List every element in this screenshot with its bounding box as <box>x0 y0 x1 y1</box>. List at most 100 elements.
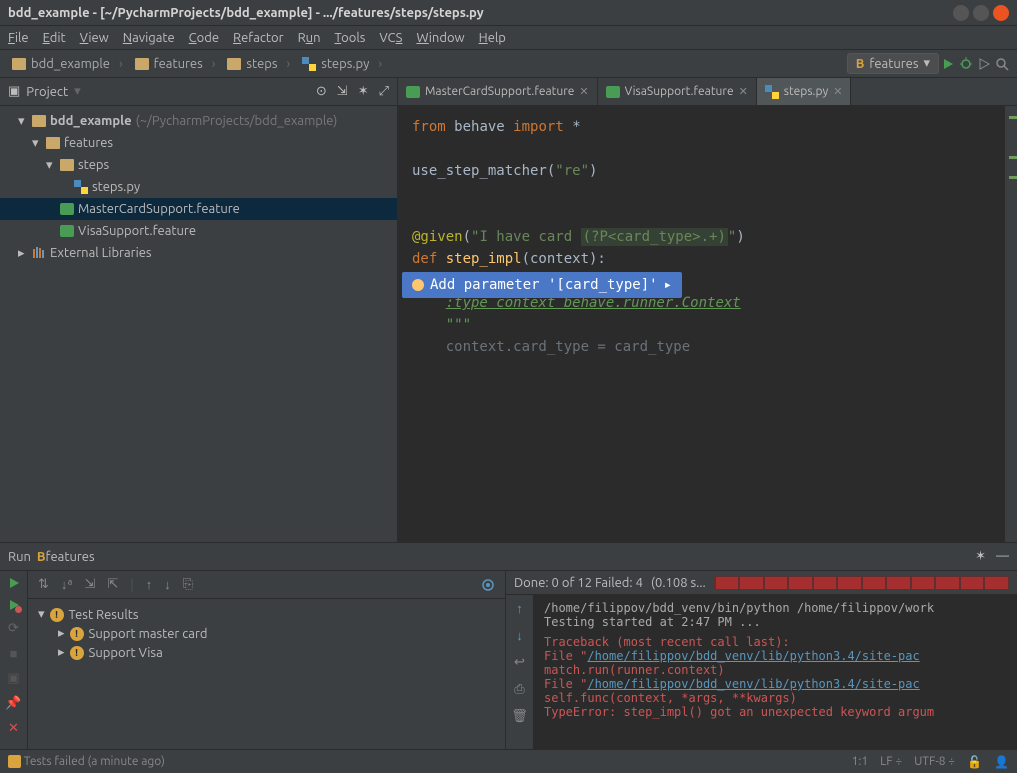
menu-edit[interactable]: Edit <box>43 31 66 45</box>
gear-icon[interactable]: ✶ <box>358 84 369 99</box>
hide-icon[interactable]: ⤢ <box>379 84 389 99</box>
test-node[interactable]: ▸!Support Visa <box>28 643 505 662</box>
menu-file[interactable]: File <box>8 31 29 45</box>
test-status-text: Done: 0 of 12 Failed: 4 <box>514 576 643 590</box>
filter-passed-icon[interactable]: ⇅ <box>38 577 49 592</box>
export-icon[interactable]: ⎘ <box>183 577 193 592</box>
maximize-button[interactable] <box>973 5 989 21</box>
menu-run[interactable]: Run <box>298 31 321 45</box>
close-tab-icon[interactable]: ✕ <box>739 85 748 98</box>
expand-icon[interactable]: ⇲ <box>84 577 95 592</box>
menu-vcs[interactable]: VCS <box>379 31 402 45</box>
collapse-icon[interactable]: ⇲ <box>337 84 348 99</box>
encoding[interactable]: UTF-8 ÷ <box>914 755 955 769</box>
feature-icon <box>60 225 74 237</box>
run-button[interactable] <box>939 55 957 73</box>
window-title: bdd_example - [~/PycharmProjects/bdd_exa… <box>8 6 953 20</box>
rerun-button[interactable] <box>8 577 20 589</box>
folder-icon <box>32 115 46 127</box>
quick-fix-popup[interactable]: Add parameter '[card_type]'▸ <box>402 272 682 298</box>
test-progress <box>714 576 1009 590</box>
coverage-button[interactable] <box>975 55 993 73</box>
rerun-failed-button[interactable] <box>8 599 20 611</box>
toggle-auto-button[interactable]: ⟳ <box>8 621 19 636</box>
status-warn-icon[interactable] <box>8 755 21 768</box>
dump-button[interactable]: ▣ <box>7 671 19 686</box>
menu-navigate[interactable]: Navigate <box>123 31 175 45</box>
minimize-button[interactable] <box>953 5 969 21</box>
close-tab-icon[interactable]: ✕ <box>579 85 588 98</box>
gear-icon[interactable]: ✶ <box>975 549 986 564</box>
hector-icon[interactable]: 👤 <box>994 755 1009 769</box>
crumb-steps[interactable]: steps <box>221 55 296 73</box>
search-button[interactable] <box>993 55 1011 73</box>
folder-icon <box>12 58 26 70</box>
tab-mastercard[interactable]: MasterCardSupport.feature✕ <box>398 78 598 105</box>
code-editor[interactable]: from behave import * use_step_matcher("r… <box>398 106 1017 542</box>
menubar: File Edit View Navigate Code Refactor Ru… <box>0 26 1017 50</box>
menu-window[interactable]: Window <box>416 31 464 45</box>
warn-icon: ! <box>50 608 64 622</box>
editor-gutter-right[interactable] <box>1005 106 1017 542</box>
project-tool-window: ▣ Project ▾ ⊙ ⇲ ✶ ⤢ ▾ bdd_example (~/Pyc… <box>0 78 398 542</box>
titlebar: bdd_example - [~/PycharmProjects/bdd_exa… <box>0 0 1017 26</box>
up-icon[interactable]: ↑ <box>516 601 523 616</box>
project-tree[interactable]: ▾ bdd_example (~/PycharmProjects/bdd_exa… <box>0 106 397 542</box>
tab-visa[interactable]: VisaSupport.feature✕ <box>598 78 757 105</box>
bulb-icon <box>412 279 424 291</box>
feature-icon <box>406 86 420 98</box>
stop-button[interactable]: ■ <box>10 646 18 661</box>
caret-pos[interactable]: 1:1 <box>852 755 869 769</box>
hide-icon[interactable]: — <box>996 549 1009 564</box>
close-button[interactable] <box>993 5 1009 21</box>
chevron-right-icon: ▸ <box>664 274 672 296</box>
collapse-icon[interactable]: ⇱ <box>107 577 118 592</box>
test-gear-icon[interactable] <box>481 578 495 592</box>
menu-tools[interactable]: Tools <box>335 31 366 45</box>
chevron-down-icon: ▾ <box>74 84 81 99</box>
folder-icon <box>46 137 60 149</box>
python-icon <box>74 180 88 194</box>
editor-pane: MasterCardSupport.feature✕ VisaSupport.f… <box>398 78 1017 542</box>
run-config-select[interactable]: Bfeatures▾ <box>847 53 939 74</box>
run-tool-header: Run B features ✶ — <box>0 543 1017 571</box>
print-icon[interactable]: ⎙ <box>514 682 524 697</box>
feature-icon <box>60 203 74 215</box>
library-icon <box>32 247 46 259</box>
pin-button[interactable]: 📌 <box>5 696 21 711</box>
lock-icon[interactable]: 🔓 <box>967 755 982 769</box>
crumb-root[interactable]: bdd_example <box>6 55 129 73</box>
chevron-down-icon: ▾ <box>923 56 930 71</box>
status-message: Tests failed (a minute ago) <box>24 755 165 768</box>
scroll-to-icon[interactable]: ⊙ <box>316 84 327 99</box>
project-view-select[interactable]: Project <box>26 85 68 99</box>
soft-wrap-icon[interactable]: ↩ <box>514 655 525 670</box>
test-console[interactable]: /home/filippov/bdd_venv/bin/python /home… <box>534 595 1017 749</box>
tree-node-selected[interactable]: MasterCardSupport.feature <box>0 198 397 220</box>
crumb-features[interactable]: features <box>129 55 222 73</box>
trash-icon[interactable]: 🗑 <box>511 709 528 724</box>
run-tab-label[interactable]: Run <box>8 550 31 564</box>
down-icon[interactable]: ↓ <box>516 628 523 643</box>
tab-steps[interactable]: steps.py✕ <box>757 78 852 105</box>
test-node[interactable]: ▸!Support master card <box>28 624 505 643</box>
menu-view[interactable]: View <box>80 31 109 45</box>
python-icon <box>302 57 316 71</box>
editor-tabs: MasterCardSupport.feature✕ VisaSupport.f… <box>398 78 1017 106</box>
sort-icon[interactable]: ↓ª <box>61 577 73 592</box>
menu-code[interactable]: Code <box>189 31 219 45</box>
run-tool-window: ⟳ ■ ▣ 📌 ✕ ⇅ ↓ª ⇲ ⇱ | ↑ ↓ ⎘ ▾!Test Result… <box>0 571 1017 749</box>
crumb-file[interactable]: steps.py <box>296 55 388 73</box>
line-ending[interactable]: LF ÷ <box>880 755 902 769</box>
menu-help[interactable]: Help <box>479 31 506 45</box>
next-icon[interactable]: ↓ <box>164 577 171 592</box>
close-tab-icon[interactable]: ✕ <box>833 85 842 98</box>
debug-button[interactable] <box>957 55 975 73</box>
test-root[interactable]: ▾!Test Results <box>28 605 505 624</box>
test-tree: ⇅ ↓ª ⇲ ⇱ | ↑ ↓ ⎘ ▾!Test Results ▸!Suppor… <box>28 571 506 749</box>
warn-icon: ! <box>70 646 84 660</box>
close-run-button[interactable]: ✕ <box>8 721 19 736</box>
prev-icon[interactable]: ↑ <box>146 577 153 592</box>
menu-refactor[interactable]: Refactor <box>233 31 284 45</box>
folder-icon <box>227 58 241 70</box>
